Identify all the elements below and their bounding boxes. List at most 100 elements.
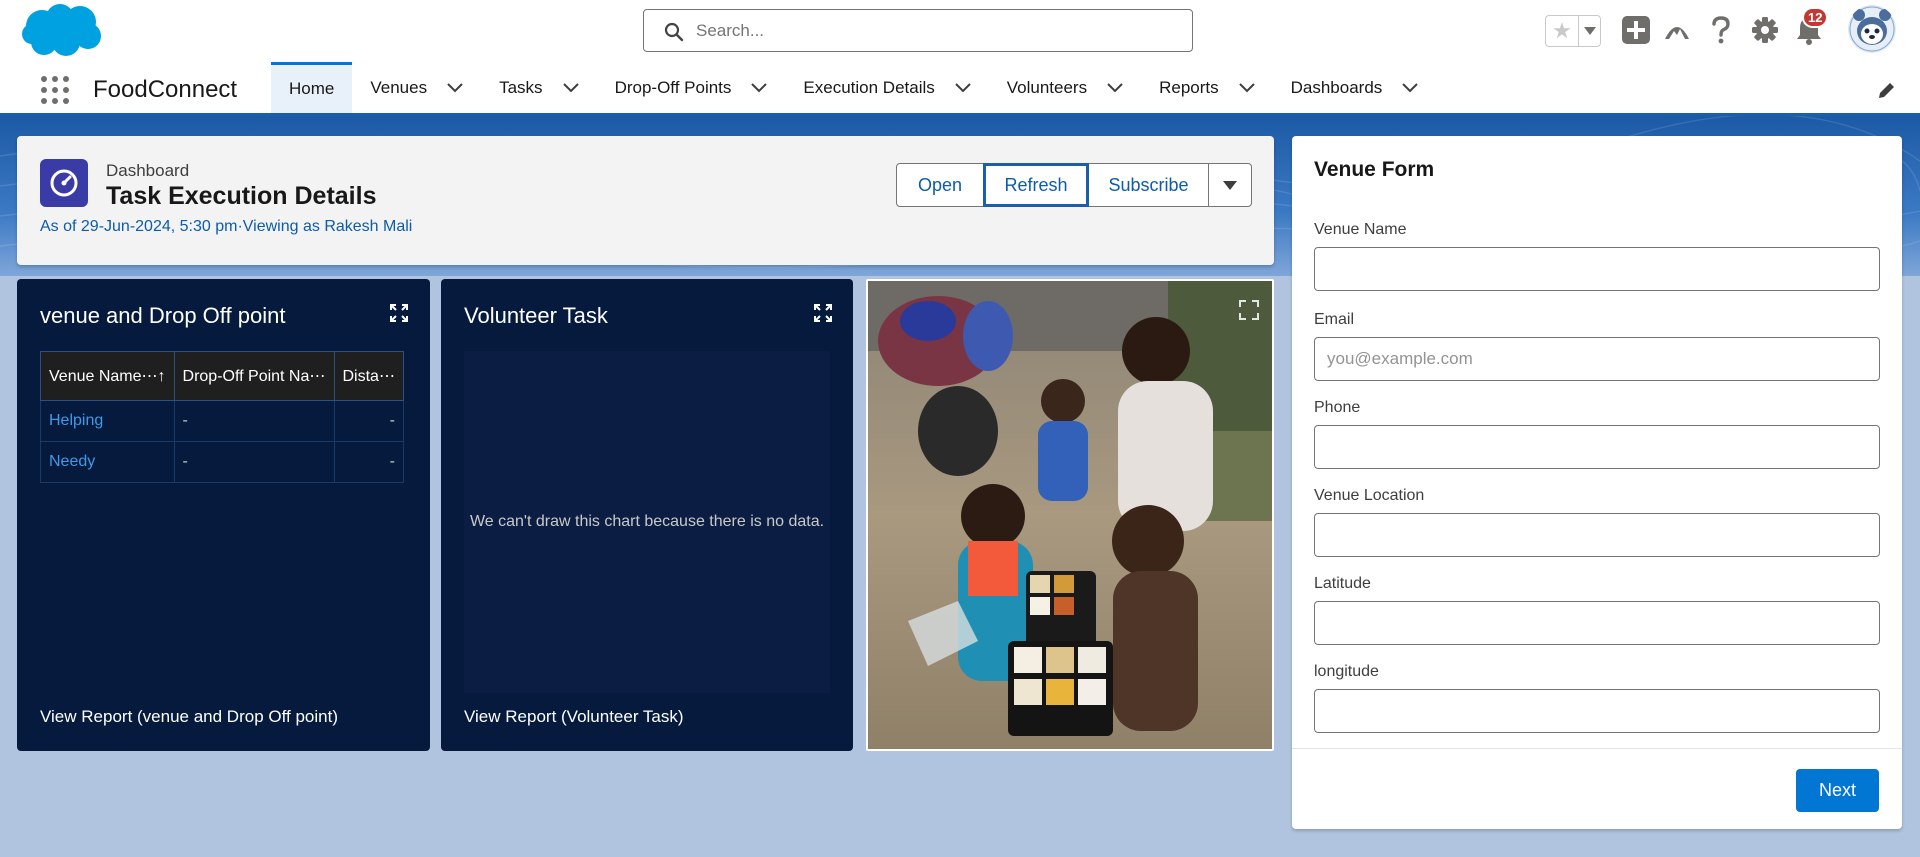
dashboard-type-label: Dashboard xyxy=(106,161,190,180)
salesforce-cloud-icon[interactable] xyxy=(20,2,104,60)
venue-drop-off-widget: venue and Drop Off point Venue Name⋯↑ Dr… xyxy=(17,279,430,751)
chevron-down-icon[interactable] xyxy=(447,82,463,93)
nav-tab-dashboards[interactable]: Dashboards xyxy=(1273,62,1437,113)
phone-input[interactable] xyxy=(1314,425,1880,469)
nav-tab-execution-details[interactable]: Execution Details xyxy=(785,62,988,113)
nav-tab-home[interactable]: Home xyxy=(271,62,353,113)
dashboard-icon xyxy=(40,159,88,207)
nav-tab-tasks[interactable]: Tasks xyxy=(481,62,596,113)
nav-tab-volunteers[interactable]: Volunteers xyxy=(989,62,1141,113)
help-icon[interactable] xyxy=(1705,14,1737,46)
open-button[interactable]: Open xyxy=(896,163,984,207)
dashboard-actions: Open Refresh Subscribe xyxy=(896,163,1252,207)
widget-title: Volunteer Task xyxy=(464,303,608,328)
widget-title: venue and Drop Off point xyxy=(40,303,286,328)
nav-tab-label: Tasks xyxy=(499,77,543,97)
chevron-down-icon xyxy=(1223,180,1237,190)
table-cell: - xyxy=(333,441,404,483)
chart-area: We can't draw this chart because there i… xyxy=(464,351,830,693)
form-title: Venue Form xyxy=(1314,158,1435,181)
chevron-down-icon[interactable] xyxy=(1107,82,1123,93)
next-button[interactable]: Next xyxy=(1796,769,1879,812)
add-icon[interactable] xyxy=(1620,14,1652,46)
nav-tab-label: Reports xyxy=(1159,77,1219,97)
image-widget xyxy=(866,279,1274,751)
app-launcher-icon[interactable] xyxy=(40,75,70,105)
dashboard-header: Dashboard Task Execution Details As of 2… xyxy=(17,136,1274,265)
chevron-down-icon[interactable] xyxy=(1402,82,1419,93)
chevron-down-icon[interactable] xyxy=(955,82,971,93)
app-name: FoodConnect xyxy=(93,76,238,103)
longitude-input[interactable] xyxy=(1314,689,1880,733)
nav-tab-label: Drop-Off Points xyxy=(614,77,732,97)
venue-link[interactable]: Needy xyxy=(40,441,175,483)
chevron-down-icon xyxy=(1583,27,1596,35)
user-avatar-icon xyxy=(1848,5,1896,53)
favorites-group: ★ xyxy=(1545,15,1601,47)
more-actions-button[interactable] xyxy=(1208,163,1252,207)
longitude-field: longitude xyxy=(1314,663,1880,733)
venue-name-input[interactable] xyxy=(1314,247,1880,291)
search-input[interactable] xyxy=(696,18,1176,44)
view-report-link[interactable]: View Report (venue and Drop Off point) xyxy=(40,707,338,727)
venue-location-input[interactable] xyxy=(1314,513,1880,557)
table-row: Needy - - xyxy=(40,441,404,483)
trailhead-mountain-icon xyxy=(1665,27,1689,39)
favorites-dropdown[interactable] xyxy=(1578,16,1600,46)
table-cell: - xyxy=(173,400,335,442)
email-field: Email xyxy=(1314,311,1880,381)
column-header-venue-name[interactable]: Venue Name⋯↑ xyxy=(40,351,175,401)
trailhead-icon[interactable] xyxy=(1661,14,1693,46)
venue-drop-off-table: Venue Name⋯↑ Drop-Off Point Na⋯ Dista⋯ H… xyxy=(40,351,404,483)
refresh-button[interactable]: Refresh xyxy=(983,163,1089,207)
volunteer-task-widget: Volunteer Task We can't draw this chart … xyxy=(441,279,853,751)
latitude-input[interactable] xyxy=(1314,601,1880,645)
expand-icon[interactable] xyxy=(813,303,833,323)
chevron-down-icon[interactable] xyxy=(751,82,768,93)
global-header: ★ xyxy=(0,0,1920,62)
no-data-message: We can't draw this chart because there i… xyxy=(469,513,825,530)
app-nav-bar: FoodConnect Home Venues Tasks Drop-Off P… xyxy=(0,62,1920,116)
nav-tab-drop-off-points[interactable]: Drop-Off Points xyxy=(597,62,786,113)
nav-tab-reports[interactable]: Reports xyxy=(1141,62,1273,113)
field-label: longitude xyxy=(1314,663,1379,680)
latitude-field: Latitude xyxy=(1314,575,1880,645)
field-label: Venue Name xyxy=(1314,221,1407,238)
gauge-icon xyxy=(50,169,78,197)
subscribe-button[interactable]: Subscribe xyxy=(1088,163,1209,207)
field-label: Latitude xyxy=(1314,575,1371,592)
expand-icon[interactable] xyxy=(389,303,409,323)
chevron-down-icon[interactable] xyxy=(1238,82,1255,93)
venue-name-field: Venue Name xyxy=(1314,221,1880,291)
nav-tab-label: Execution Details xyxy=(803,77,935,97)
nav-tab-label: Home xyxy=(289,79,335,98)
nav-tab-venues[interactable]: Venues xyxy=(352,62,481,113)
gear-icon[interactable] xyxy=(1749,14,1781,46)
edit-nav-pencil-icon[interactable] xyxy=(1876,81,1896,101)
photo-children-eating xyxy=(868,281,1272,749)
nav-tab-label: Venues xyxy=(370,77,428,97)
question-mark-icon xyxy=(1712,16,1730,44)
nav-tab-label: Volunteers xyxy=(1006,77,1088,97)
search-icon xyxy=(664,22,684,42)
field-label: Email xyxy=(1314,311,1355,328)
email-input[interactable] xyxy=(1314,337,1880,381)
page-title: Task Execution Details xyxy=(106,182,377,210)
venue-link[interactable]: Helping xyxy=(40,400,175,442)
global-search[interactable] xyxy=(643,9,1193,52)
column-header-drop-off-point[interactable]: Drop-Off Point Na⋯ xyxy=(173,351,335,401)
table-header-row: Venue Name⋯↑ Drop-Off Point Na⋯ Dista⋯ xyxy=(40,351,404,401)
avatar[interactable] xyxy=(1848,5,1896,53)
table-row: Helping - - xyxy=(40,400,404,442)
field-label: Phone xyxy=(1314,399,1361,416)
star-icon[interactable]: ★ xyxy=(1546,16,1578,46)
venue-form: Venue Form Venue Name Email Phone Venue … xyxy=(1292,136,1902,829)
chevron-down-icon[interactable] xyxy=(562,82,579,93)
notification-count-badge: 12 xyxy=(1802,7,1829,28)
venue-location-field: Venue Location xyxy=(1314,487,1880,557)
column-header-distance[interactable]: Dista⋯ xyxy=(333,351,404,401)
settings-gear-icon xyxy=(1752,17,1778,43)
phone-field: Phone xyxy=(1314,399,1880,469)
field-label: Venue Location xyxy=(1314,487,1425,504)
view-report-link[interactable]: View Report (Volunteer Task) xyxy=(464,707,684,727)
